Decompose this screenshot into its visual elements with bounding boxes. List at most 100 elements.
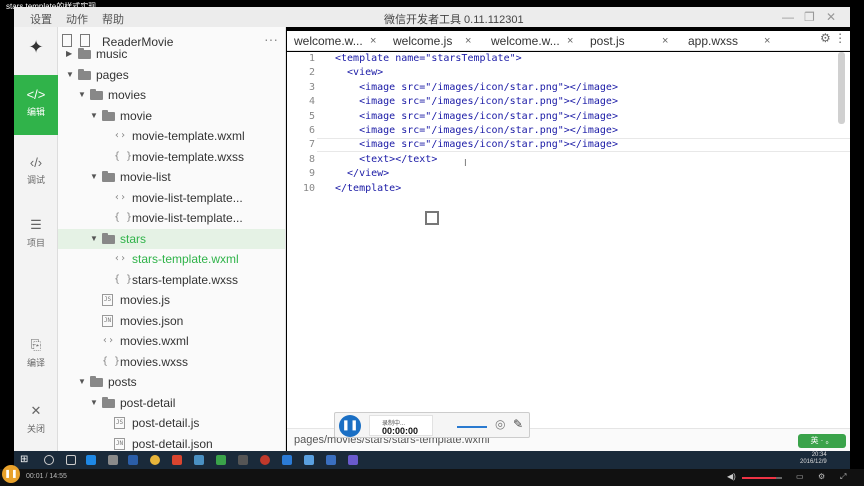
- app-logo: ✦: [28, 37, 44, 57]
- app-icon-4[interactable]: [238, 455, 248, 465]
- app-icon-5[interactable]: [260, 455, 270, 465]
- tree-file[interactable]: ‹› movie-template.wxml: [58, 126, 285, 146]
- chevron-icon[interactable]: ▼: [90, 393, 98, 413]
- tree-file[interactable]: ‹› stars-template.wxml: [58, 249, 285, 269]
- activity-compile[interactable]: ⎘ 编译: [14, 337, 58, 369]
- close-window-icon[interactable]: ✕: [826, 10, 836, 24]
- code-file-icon: ‹›: [114, 130, 127, 141]
- activity-close[interactable]: ✕ 关闭: [14, 403, 58, 435]
- close-tab-icon[interactable]: ×: [370, 31, 376, 51]
- code-file-icon: ‹›: [114, 191, 127, 203]
- tree-folder[interactable]: ▼ post-detail: [58, 393, 285, 413]
- app-icon-1[interactable]: [172, 455, 182, 465]
- settings-icon[interactable]: ⚙: [818, 472, 825, 481]
- close-tab-icon[interactable]: ×: [662, 31, 668, 51]
- menu-settings[interactable]: 设置: [30, 11, 52, 27]
- line-number: 4: [308, 96, 315, 108]
- code-editor[interactable]: 1 <template name="starsTemplate"> 2 <view>…: [287, 52, 850, 428]
- tree-file[interactable]: JS movies.js: [58, 290, 285, 310]
- code-line[interactable]: </view>: [335, 168, 389, 179]
- edge-icon[interactable]: [86, 455, 96, 465]
- tree-folder[interactable]: ▼ stars: [58, 228, 285, 249]
- activity-debug[interactable]: ‹/› 调试: [14, 155, 58, 186]
- camera-icon[interactable]: ◎: [495, 417, 505, 431]
- tab-post-js[interactable]: post.js ×: [590, 31, 668, 51]
- tree-item-label: movies.wxss: [120, 354, 189, 369]
- start-icon[interactable]: ⊞: [20, 454, 28, 465]
- activity-edit[interactable]: </> 编辑: [14, 75, 58, 135]
- tree-file[interactable]: { } movie-template.wxss: [58, 147, 285, 167]
- volume-slider[interactable]: [742, 477, 782, 479]
- code-line[interactable]: </template>: [335, 183, 401, 194]
- pen-icon[interactable]: ✎: [513, 417, 523, 431]
- code-line[interactable]: <view>: [335, 67, 383, 78]
- tree-folder[interactable]: ▼ movie-list: [58, 167, 285, 187]
- video-player-controls: ❚❚ 00:01 / 14:55 ◀) ▭ ⚙ ⤢: [0, 465, 864, 486]
- fullscreen-icon[interactable]: ⤢: [840, 472, 846, 482]
- tab-welcome-js[interactable]: welcome.js ×: [393, 31, 471, 51]
- code-line[interactable]: <image src="/images/icon/star.png"></ima…: [335, 96, 618, 107]
- tree-folder[interactable]: ▼ pages: [58, 65, 285, 85]
- tab-welcome-wxml-2[interactable]: welcome.w... ×: [491, 31, 573, 51]
- menu-actions[interactable]: 动作: [66, 11, 88, 27]
- recorder-volume-slider[interactable]: [457, 426, 487, 428]
- close-tab-icon[interactable]: ×: [764, 31, 770, 51]
- settings-icon[interactable]: ⚙ ⋮: [820, 31, 846, 45]
- close-tab-icon[interactable]: ×: [567, 31, 573, 51]
- tree-file[interactable]: { } movie-list-template...: [58, 208, 285, 228]
- folder-icon: [78, 68, 91, 80]
- code-line[interactable]: <image src="/images/icon/star.png"></ima…: [335, 111, 618, 122]
- debug-icon: ‹/›: [29, 155, 43, 170]
- code-line[interactable]: <image src="/images/icon/star.png"></ima…: [335, 82, 618, 93]
- close-tab-icon[interactable]: ×: [465, 31, 471, 51]
- code-line[interactable]: <text></text>: [335, 154, 437, 165]
- tree-file[interactable]: JS post-detail.js: [58, 413, 285, 433]
- tree-folder[interactable]: ▼ movie: [58, 106, 285, 126]
- app-icon-3[interactable]: [216, 455, 226, 465]
- explorer-icon[interactable]: [108, 455, 118, 465]
- editor-scrollbar[interactable]: [838, 52, 845, 124]
- tree-file[interactable]: { } stars-template.wxss: [58, 270, 285, 290]
- chevron-icon[interactable]: ▼: [78, 85, 86, 105]
- restore-icon[interactable]: ❐: [804, 10, 815, 24]
- chevron-icon[interactable]: ▼: [78, 372, 86, 392]
- chevron-icon[interactable]: ▼: [66, 65, 74, 85]
- photoshop-icon[interactable]: [128, 455, 138, 465]
- minimize-icon[interactable]: —: [782, 10, 794, 24]
- chrome-icon[interactable]: [150, 455, 160, 465]
- volume-icon[interactable]: ◀): [727, 472, 736, 481]
- tree-file[interactable]: ‹› movies.wxml: [58, 331, 285, 351]
- search-icon[interactable]: [44, 455, 54, 465]
- tab-welcome-wxml-1[interactable]: welcome.w... ×: [294, 31, 376, 51]
- tree-folder[interactable]: ▶ music: [58, 44, 285, 64]
- tab-label: welcome.js: [393, 34, 453, 48]
- app-icon-9[interactable]: [348, 455, 358, 465]
- tree-item-label: stars-template.wxml: [132, 252, 239, 266]
- tree-folder[interactable]: ▼ movies: [58, 85, 285, 105]
- tree-folder[interactable]: ▼ posts: [58, 372, 285, 392]
- code-line[interactable]: <image src="/images/icon/star.png"></ima…: [335, 125, 618, 136]
- tree-file[interactable]: JN movies.json: [58, 311, 285, 331]
- chevron-icon[interactable]: ▼: [90, 106, 98, 126]
- code-line[interactable]: <template name="starsTemplate">: [335, 53, 522, 64]
- chevron-icon[interactable]: ▼: [90, 229, 98, 249]
- activity-project[interactable]: ☰ 项目: [14, 217, 58, 249]
- chevron-icon[interactable]: ▶: [66, 44, 72, 64]
- app-icon-2[interactable]: [194, 455, 204, 465]
- menu-help[interactable]: 帮助: [102, 11, 124, 27]
- pause-button[interactable]: ❚❚: [2, 465, 20, 483]
- app-icon-8[interactable]: [326, 455, 336, 465]
- tab-label: app.wxss: [688, 34, 739, 48]
- pause-record-button[interactable]: ❚❚: [339, 415, 361, 437]
- chevron-icon[interactable]: ▼: [90, 167, 98, 187]
- app-icon-6[interactable]: [282, 455, 292, 465]
- task-view-icon[interactable]: [66, 455, 76, 465]
- code-line[interactable]: <image src="/images/icon/star.png"></ima…: [335, 139, 618, 150]
- tab-app-wxss[interactable]: app.wxss ×: [688, 31, 770, 51]
- app-icon-7[interactable]: [304, 455, 314, 465]
- tree-file[interactable]: ‹› movie-list-template...: [58, 188, 285, 208]
- line-number: 5: [308, 110, 315, 122]
- tree-file[interactable]: JN post-detail.json: [58, 434, 285, 452]
- tree-file[interactable]: { } movies.wxss: [58, 352, 285, 372]
- subtitle-icon[interactable]: ▭: [796, 472, 804, 481]
